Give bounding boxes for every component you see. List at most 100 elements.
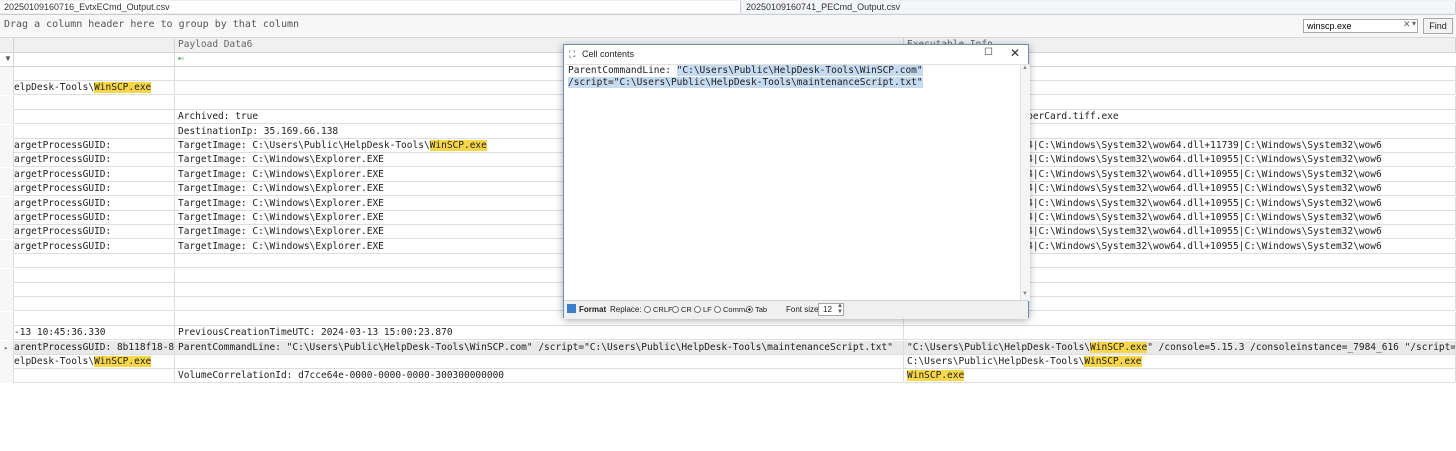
row-indicator[interactable] <box>0 369 14 384</box>
table-cell[interactable]: argetProcessGUID: <box>14 225 175 240</box>
cell-text: TargetImage: C:\Windows\Explorer.EXE <box>178 240 384 252</box>
row-indicator[interactable]: ▸ <box>0 340 14 355</box>
search-input[interactable] <box>1303 19 1418 33</box>
search-match: WinSCP.exe <box>907 370 965 382</box>
search-dropdown-icon[interactable]: ▾ <box>1412 19 1416 28</box>
table-cell[interactable] <box>14 311 175 326</box>
clear-search-icon[interactable]: ✕ <box>1403 19 1411 30</box>
filter-cell[interactable] <box>14 53 175 66</box>
row-indicator[interactable] <box>0 239 14 254</box>
row-indicator[interactable] <box>0 182 14 197</box>
radio-cr[interactable]: CR <box>672 305 692 314</box>
table-row[interactable]: elpDesk-Tools\WinSCP.exe C:\Users\Public\… <box>0 355 1456 369</box>
close-icon[interactable]: ✕ <box>1010 46 1020 60</box>
search-match: WinSCP.exe <box>1090 341 1148 353</box>
find-button[interactable]: Find <box>1423 18 1453 34</box>
radio-lf[interactable]: LF <box>694 305 712 314</box>
table-row[interactable]: VolumeCorrelationId: d7cce64e-0000-0000-… <box>0 369 1456 384</box>
cell-text: VolumeCorrelationId: d7cce64e-0000-0000-… <box>178 370 505 382</box>
cell-text: " /console=5.15.3 /consoleinstance=_7984… <box>1147 341 1456 353</box>
table-cell[interactable]: C:\Users\Public\HelpDesk-Tools\WinSCP.ex… <box>904 355 1456 369</box>
row-indicator[interactable] <box>0 268 14 283</box>
row-indicator[interactable] <box>0 311 14 326</box>
table-cell[interactable]: argetProcessGUID: <box>14 239 175 254</box>
format-button[interactable]: Format <box>567 304 606 316</box>
table-cell[interactable] <box>14 67 175 81</box>
cell-text: argetProcessGUID: <box>14 154 112 166</box>
filter-funnel-icon[interactable]: ▼ <box>4 54 12 63</box>
table-cell[interactable]: WinSCP.exe <box>904 369 1456 384</box>
table-cell[interactable]: "C:\Users\Public\HelpDesk-Tools\WinSCP.e… <box>904 340 1456 355</box>
vertical-scrollbar[interactable]: ▲ ▼ <box>1020 65 1030 301</box>
row-indicator[interactable] <box>0 326 14 341</box>
table-cell[interactable] <box>14 297 175 312</box>
table-cell[interactable]: arentProcessGUID: 8b118f18-83c… <box>14 340 175 355</box>
row-indicator[interactable] <box>0 67 14 81</box>
tab-pecmd-output[interactable]: 20250109160741_PECmd_Output.csv <box>742 1 1456 13</box>
dialog-title: Cell contents <box>582 49 635 59</box>
cell-text: argetProcessGUID: <box>14 212 112 223</box>
row-indicator[interactable] <box>0 283 14 297</box>
table-row[interactable]: ▸ arentProcessGUID: 8b118f18-83c… ParentCo… <box>0 340 1456 355</box>
table-cell[interactable] <box>14 369 175 384</box>
column-header-payload5[interactable] <box>14 38 175 52</box>
row-indicator[interactable] <box>0 153 14 168</box>
current-row-icon: ▸ <box>4 343 9 352</box>
dialog-title-bar[interactable]: ⛶ Cell contents ☐ ✕ <box>564 45 1028 63</box>
table-cell[interactable]: argetProcessGUID: <box>14 196 175 211</box>
cell-text: argetProcessGUID: <box>14 183 112 195</box>
table-row[interactable]: -13 10:45:36.330 PreviousCreationTimeUTC:… <box>0 326 1456 341</box>
table-cell[interactable] <box>14 268 175 283</box>
row-indicator[interactable] <box>0 81 14 96</box>
maximize-icon[interactable]: ☐ <box>984 47 993 58</box>
search-match: WinSCP.exe <box>94 356 152 367</box>
cell-text: elpDesk-Tools\ <box>14 82 95 94</box>
table-cell[interactable]: argetProcessGUID: <box>14 211 175 225</box>
scroll-up-icon[interactable]: ▲ <box>1022 65 1028 71</box>
selected-text: "C:\Users\Public\HelpDesk-Tools\WinSCP.c… <box>676 65 923 76</box>
table-cell[interactable]: argetProcessGUID: <box>14 182 175 197</box>
row-indicator[interactable] <box>0 167 14 182</box>
table-cell[interactable]: elpDesk-Tools\WinSCP.exe <box>14 81 175 96</box>
table-cell[interactable] <box>14 283 175 297</box>
row-indicator[interactable] <box>0 225 14 240</box>
row-indicator[interactable] <box>0 297 14 312</box>
row-indicator[interactable] <box>0 254 14 269</box>
table-cell[interactable]: argetProcessGUID: <box>14 153 175 168</box>
table-cell[interactable]: argetProcessGUID: <box>14 139 175 153</box>
table-cell[interactable]: -13 10:45:36.330 <box>14 326 175 341</box>
table-cell[interactable]: elpDesk-Tools\WinSCP.exe <box>14 355 175 369</box>
cell-text: Archived: true <box>178 111 259 123</box>
search-match: WinSCP.exe <box>94 82 152 94</box>
table-cell[interactable] <box>14 95 175 110</box>
table-cell[interactable]: argetProcessGUID: <box>14 167 175 182</box>
row-indicator[interactable] <box>0 211 14 225</box>
cell-text: TargetImage: C:\Windows\Explorer.EXE <box>178 197 384 209</box>
row-indicator[interactable] <box>0 355 14 369</box>
table-cell[interactable] <box>904 326 1456 341</box>
row-indicator[interactable] <box>0 196 14 211</box>
row-indicator[interactable] <box>0 139 14 153</box>
radio-tab[interactable]: Tab <box>746 305 767 314</box>
table-cell[interactable]: VolumeCorrelationId: d7cce64e-0000-0000-… <box>175 369 904 384</box>
row-indicator[interactable] <box>0 124 14 139</box>
table-cell[interactable] <box>14 124 175 139</box>
table-cell[interactable] <box>175 355 904 369</box>
table-cell[interactable]: ParentCommandLine: "C:\Users\Public\Help… <box>175 340 904 355</box>
font-size-spinner-icon[interactable]: ▲ ▼ <box>837 303 843 315</box>
cell-text: TargetImage: C:\Windows\Explorer.EXE <box>178 168 384 180</box>
row-indicator[interactable] <box>0 110 14 125</box>
table-cell[interactable] <box>14 110 175 125</box>
radio-crlf[interactable]: CRLF <box>644 305 673 314</box>
cell-contents-text[interactable]: ParentCommandLine: "C:\Users\Public\Help… <box>568 65 1020 89</box>
filter-operator-icon[interactable]: ▪▫ <box>178 54 184 63</box>
table-cell[interactable] <box>14 254 175 269</box>
group-by-bar[interactable]: Drag a column header here to group by th… <box>0 15 1456 38</box>
row-indicator[interactable] <box>0 95 14 110</box>
cell-text: TargetImage: C:\Windows\Explorer.EXE <box>178 183 384 195</box>
table-cell[interactable]: PreviousCreationTimeUTC: 2024-03-13 15:0… <box>175 326 904 341</box>
cell-contents-textarea[interactable]: ParentCommandLine: "C:\Users\Public\Help… <box>566 64 1030 301</box>
scroll-down-icon[interactable]: ▼ <box>1022 291 1028 297</box>
tab-evtxecmd-output[interactable]: 20250109160716_EvtxECmd_Output.csv <box>0 1 741 13</box>
radio-comma[interactable]: Comma <box>714 305 749 314</box>
